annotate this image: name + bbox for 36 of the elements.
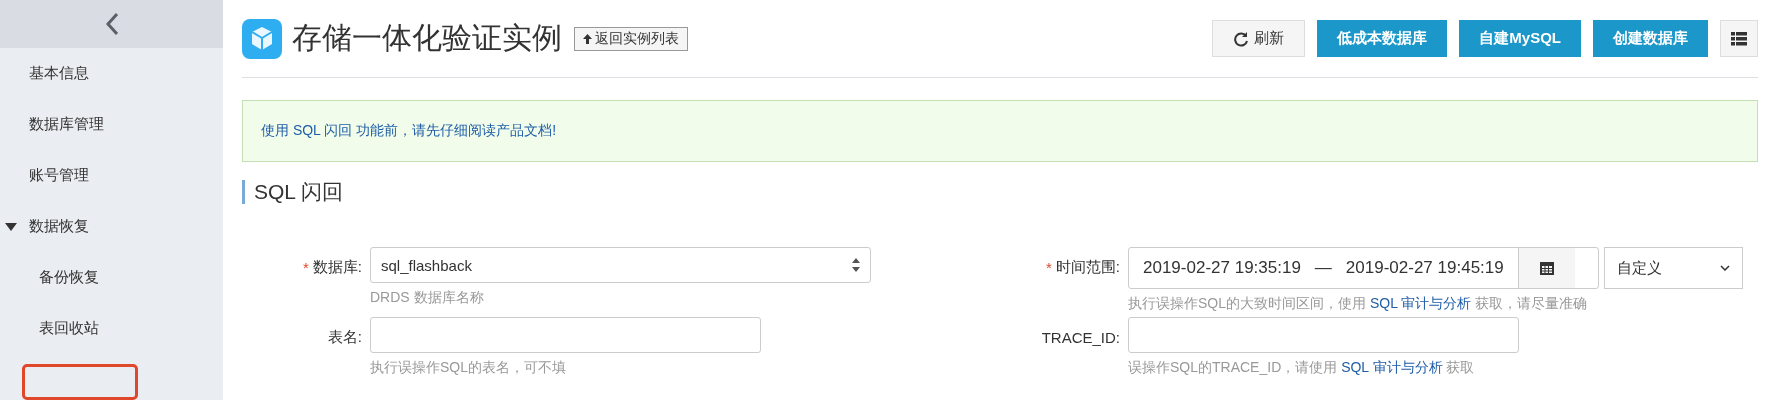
input-field[interactable] xyxy=(1128,317,1519,353)
sidebar-subitem[interactable]: 表回收站 xyxy=(0,303,223,354)
help-text: DRDS 数据库名称 xyxy=(370,289,485,307)
cube-logo-icon xyxy=(242,18,282,59)
select-field[interactable]: sql_flashback xyxy=(370,247,871,283)
chevron-down-icon xyxy=(1720,265,1730,271)
up-arrow-icon xyxy=(583,33,592,44)
field-label: TRACE_ID: xyxy=(1041,328,1120,346)
help-text: 执行误操作SQL的表名，可不填 xyxy=(370,359,567,377)
back-link[interactable]: 返回实例列表 xyxy=(574,26,688,51)
help-text: 执行误操作SQL的大致时间区间，使用 SQL 审计与分析 获取，请尽量准确 xyxy=(1128,295,1589,313)
page-title: 存储一体化验证实例 xyxy=(292,20,562,56)
input-field[interactable] xyxy=(370,317,761,353)
alert-text: 使用 SQL 闪回 功能前，请先仔细阅读产品文档! xyxy=(261,122,557,140)
refresh-icon xyxy=(1233,30,1250,47)
required-mark: * xyxy=(1046,258,1052,276)
sidebar-subitem[interactable]: 备份恢复 xyxy=(0,252,223,303)
collapse-chevron-icon[interactable] xyxy=(104,12,119,36)
sidebar-item[interactable]: 数据库管理 xyxy=(0,99,223,150)
sidebar-item[interactable]: 数据恢复 xyxy=(0,201,223,252)
field-label: 表名: xyxy=(327,327,362,347)
field-label: 数据库: xyxy=(312,257,362,277)
sidebar-item[interactable]: 基本信息 xyxy=(0,48,223,99)
preset-dropdown[interactable]: 自定义 xyxy=(1604,247,1743,289)
sidebar-item[interactable]: 账号管理 xyxy=(0,150,223,201)
refresh-button[interactable]: 刷新 xyxy=(1212,20,1306,57)
section-title: SQL 闪回 xyxy=(242,180,1758,204)
link[interactable]: SQL 审计与分析 xyxy=(1369,295,1472,311)
sidebar-item-label: 数据恢复 xyxy=(29,217,89,236)
list-view-button[interactable] xyxy=(1720,20,1758,57)
required-mark: * xyxy=(303,258,309,276)
sort-arrows-icon xyxy=(852,258,860,272)
field-label: 时间范围: xyxy=(1055,257,1120,277)
link[interactable]: SQL 审计与分析 xyxy=(1341,359,1443,375)
list-icon xyxy=(1731,31,1747,46)
help-text: 误操作SQL的TRACE_ID，请使用 SQL 审计与分析 获取 xyxy=(1128,359,1476,377)
